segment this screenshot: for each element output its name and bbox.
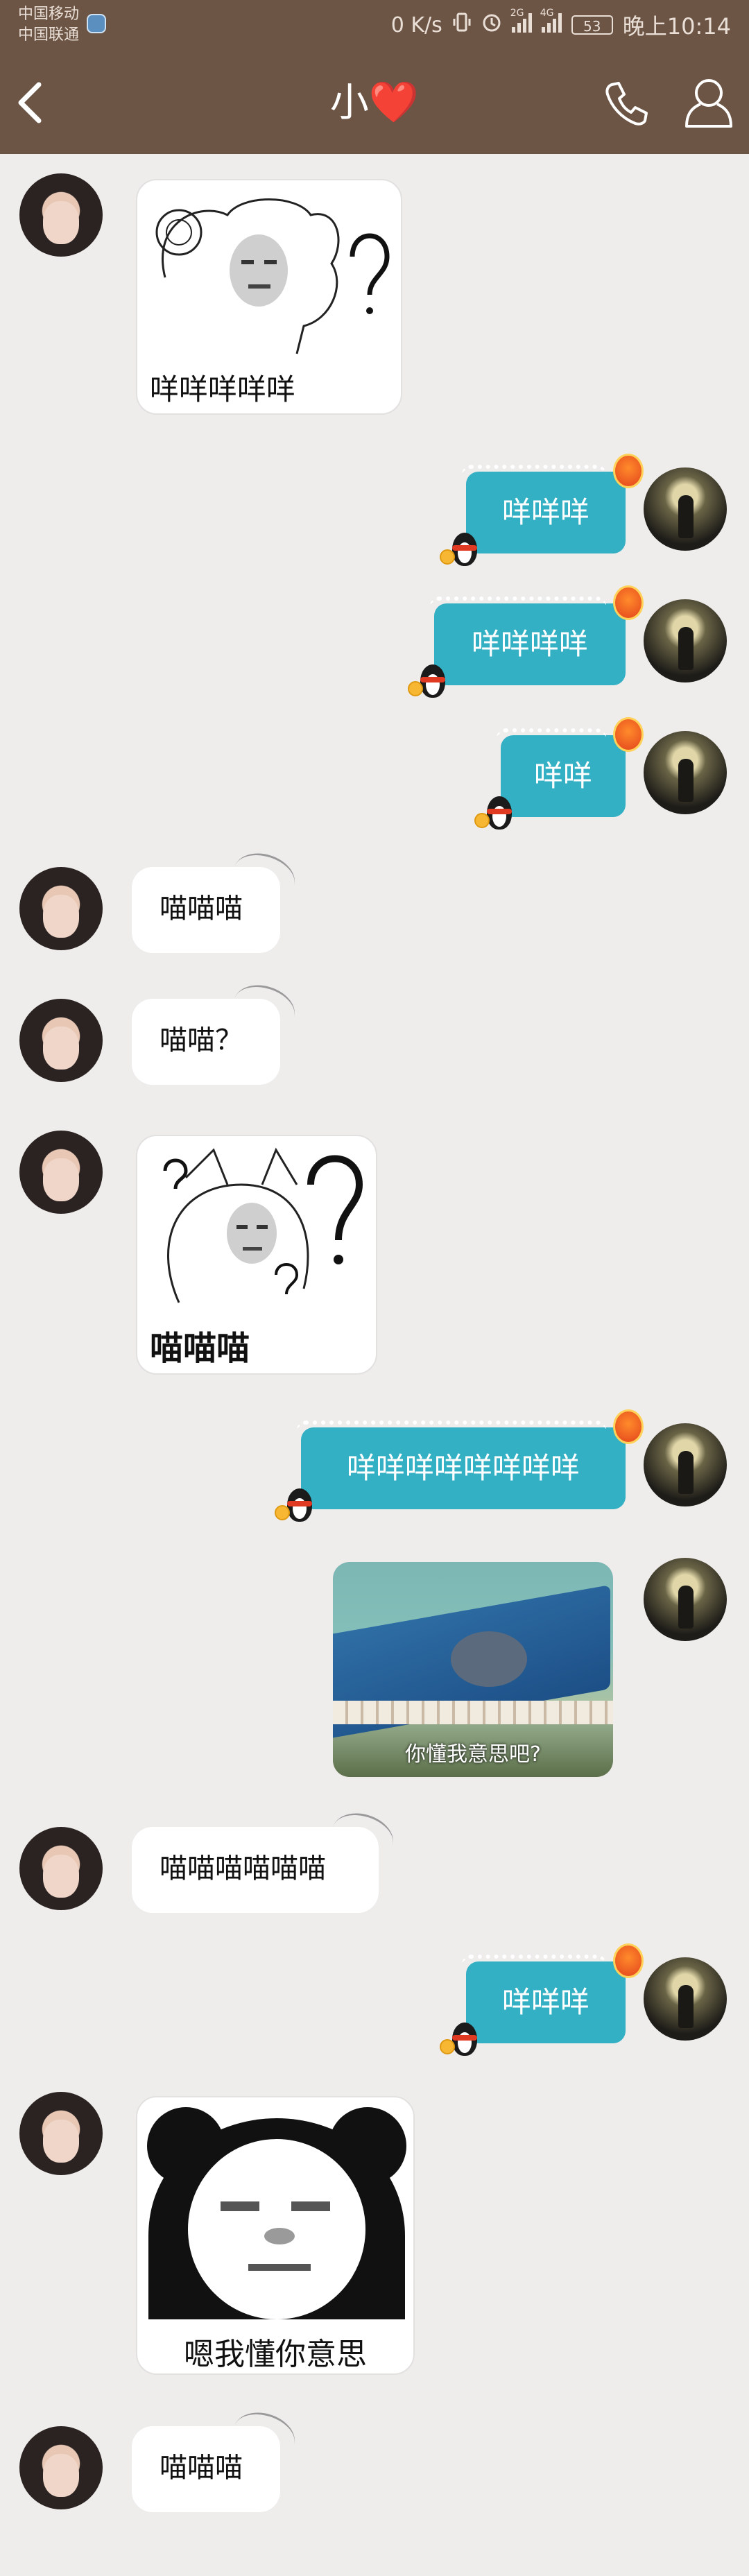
signal-2g-icon: 2G [510,8,532,38]
call-button[interactable] [598,75,653,130]
penguin-icon [440,529,483,572]
image-message[interactable]: 你懂我意思吧? [333,1562,613,1777]
contact-avatar[interactable] [19,1827,103,1910]
my-avatar[interactable] [644,1423,727,1506]
sent-message[interactable]: 咩咩 [474,717,644,830]
message-text: 咩咩咩 [501,495,589,529]
vibrate-icon [452,12,472,38]
sent-message[interactable]: 咩咩咩 [440,1943,644,2056]
sticker-message[interactable]: 咩咩咩咩咩 [136,179,402,415]
carrier-1: 中国移动 [18,6,80,23]
penguin-icon [474,792,517,835]
phone-icon [605,82,648,126]
sticker-message[interactable]: 喵喵喵 [136,1135,377,1375]
contact-avatar[interactable] [19,173,103,257]
chat-header: 小❤️ [0,50,749,154]
penguin-icon [440,2018,483,2061]
my-avatar[interactable] [644,1957,727,2041]
battery-icon: 53 [571,15,613,35]
net-4g-label: 4G [540,8,554,19]
panda-meme-sticker [147,2107,406,2319]
received-message[interactable]: 喵喵喵 [132,845,301,953]
image-caption: 你懂我意思吧? [405,1742,541,1767]
tom-cat-image [451,1631,527,1687]
message-text: 咩咩 [533,759,592,793]
sticker-caption: 嗯我懂你意思 [184,2337,367,2372]
signal-4g-icon: 4G [540,8,562,38]
contact-name: 小 [329,80,369,126]
contact-avatar[interactable] [19,999,103,1082]
ram-meme-sticker [155,198,390,354]
contact-avatar[interactable] [19,2092,103,2175]
person-icon [685,79,732,128]
profile-button[interactable] [681,74,737,132]
message-text: 咩咩咩咩 [471,627,588,661]
contact-avatar[interactable] [19,867,103,950]
lantern-icon [613,1409,644,1444]
message-text: 喵喵？ [160,1024,243,1056]
my-avatar[interactable] [644,731,727,814]
message-text: 喵喵喵 [160,2452,243,2484]
my-avatar[interactable] [644,1558,727,1641]
lantern-icon [613,585,644,620]
sent-message[interactable]: 咩咩咩咩 [408,585,644,698]
sticker-caption: 喵喵喵 [150,1329,250,1368]
lantern-icon [613,717,644,752]
message-text: 喵喵喵 [160,893,243,925]
status-bar: 中国移动 中国联通 0 K/s 2G 4G 53 晚上10:14 [0,0,749,50]
my-avatar[interactable] [644,467,727,551]
sticker-caption: 咩咩咩咩咩 [150,372,296,406]
lantern-icon [613,1943,644,1978]
sticker-message[interactable]: 嗯我懂你意思 [136,2096,415,2375]
sent-message[interactable]: 咩咩咩 [440,454,644,566]
my-avatar[interactable] [644,599,727,682]
message-text: 喵喵喵喵喵喵 [160,1853,326,1884]
net-speed: 0 K/s [390,12,442,37]
lantern-icon [613,454,644,488]
penguin-icon [408,660,451,703]
penguin-icon [275,1484,318,1527]
clock: 晚上10:14 [622,13,731,40]
message-text: 咩咩咩咩咩咩咩咩 [346,1451,580,1485]
received-message[interactable]: 喵喵？ [132,977,301,1085]
alarm-icon [481,12,502,38]
bubble-swoosh [326,1805,399,1867]
carrier-2: 中国联通 [18,26,80,44]
net-2g-label: 2G [510,8,524,19]
notification-icon [87,14,106,33]
message-text: 咩咩咩 [501,1985,589,2019]
sent-message[interactable]: 咩咩咩咩咩咩咩咩 [275,1409,644,1522]
received-message[interactable]: 喵喵喵 [132,2405,301,2512]
cat-meme-sticker [163,1147,363,1303]
contact-avatar[interactable] [19,2426,103,2509]
status-right: 0 K/s 2G 4G 53 晚上10:14 [390,8,731,40]
heart-emoji: ❤️ [368,78,420,126]
received-message[interactable]: 喵喵喵喵喵喵 [132,1805,399,1913]
contact-avatar[interactable] [19,1131,103,1214]
